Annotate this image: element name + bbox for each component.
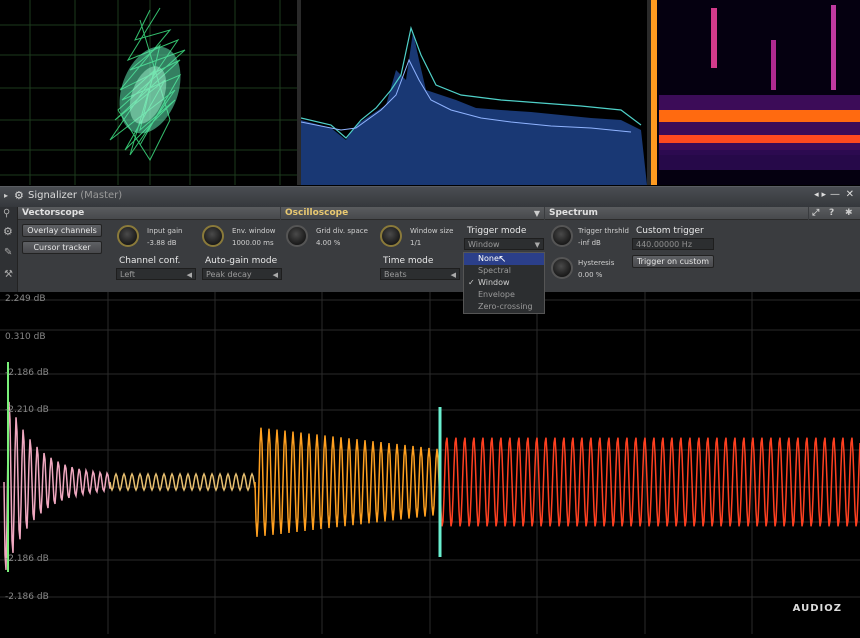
dropdown-arrow-icon: ◀ xyxy=(186,271,192,279)
custom-trigger-label: Custom trigger xyxy=(636,226,704,236)
keys-icon[interactable]: ⚲ xyxy=(3,208,10,219)
overlay-channels-button[interactable]: Overlay channels xyxy=(22,224,102,237)
dropdown-arrow-icon: ◀ xyxy=(272,271,278,279)
env-window-value: 1000.00 ms xyxy=(232,239,274,247)
star-icon[interactable]: ✱ xyxy=(845,207,853,220)
settings-gear-icon[interactable]: ⚙ xyxy=(14,189,24,202)
input-gain-value: -3.88 dB xyxy=(147,239,177,247)
window-subtitle: (Master) xyxy=(80,190,123,201)
section-spectrum[interactable]: Spectrum xyxy=(545,207,808,220)
trigger-on-custom-button[interactable]: Trigger on custom xyxy=(632,255,714,268)
grid-div-value: 4.00 % xyxy=(316,239,341,247)
mouse-cursor-icon: ↖ xyxy=(498,254,507,265)
spectrogram-display xyxy=(651,0,860,185)
control-panel: ⚲ ⚙ ✎ ⚒ Vectorscope Oscilloscope ▼ Spect… xyxy=(0,207,860,292)
channel-conf-value: Left xyxy=(120,270,136,279)
close-icon[interactable]: ✕ xyxy=(846,189,854,200)
grid-div-label: Grid div. space xyxy=(316,227,368,235)
watermark-logo: AUDIOZ xyxy=(792,603,842,614)
input-gain-label: Input gain xyxy=(147,227,183,235)
menu-item-zero-crossing[interactable]: Zero-crossing xyxy=(464,301,544,313)
waveform-trace xyxy=(3,362,860,572)
grid-div-knob[interactable] xyxy=(286,225,308,247)
menu-item-window[interactable]: ✓ Window xyxy=(464,277,544,289)
scope-label-1: 2.249 dB xyxy=(5,294,46,304)
oscilloscope-display: 2.249 dB 0.310 dB -2.186 dB -2.210 dB -2… xyxy=(0,292,860,634)
trigger-mode-menu[interactable]: None Spectral ✓ Window Envelope Zero-cros… xyxy=(463,252,545,314)
spectrum-heading: Spectrum xyxy=(549,208,598,218)
pen-icon[interactable]: ✎ xyxy=(4,247,12,258)
hysteresis-label: Hysteresis xyxy=(578,259,615,267)
auto-gain-value: Peak decay xyxy=(206,270,252,279)
time-mode-value: Beats xyxy=(384,270,407,279)
minimize-icon[interactable]: — xyxy=(830,189,840,200)
section-oscilloscope[interactable]: Oscilloscope ▼ xyxy=(281,207,544,220)
menu-item-label: Zero-crossing xyxy=(478,302,533,311)
trigger-threshold-knob[interactable] xyxy=(551,225,573,247)
menu-item-label: Envelope xyxy=(478,290,515,299)
auto-gain-dropdown[interactable]: Peak decay ◀ xyxy=(202,268,282,280)
scope-label-6: -2.186 dB xyxy=(5,592,49,602)
time-mode-label: Time mode xyxy=(383,256,434,266)
arrows-icon[interactable]: ◂ ▸ xyxy=(814,190,826,200)
dropdown-arrow-icon: ▼ xyxy=(534,241,540,249)
dropdown-arrow-icon: ◀ xyxy=(450,271,456,279)
menu-item-spectral[interactable]: Spectral xyxy=(464,265,544,277)
vectorscope-plot xyxy=(0,0,297,185)
menu-item-label: Spectral xyxy=(478,266,512,275)
hysteresis-value: 0.00 % xyxy=(578,271,603,279)
window-title-text: Signalizer xyxy=(28,190,78,201)
scope-label-4: -2.210 dB xyxy=(5,405,49,415)
trigger-threshold-value: -inf dB xyxy=(578,239,601,247)
vectorscope-heading: Vectorscope xyxy=(22,208,85,218)
vectorscope-display xyxy=(0,0,297,185)
help-icon[interactable]: ? xyxy=(829,207,834,220)
trigger-threshold-label: Trigger thrshld xyxy=(578,227,629,235)
fullscreen-icon[interactable]: ⤢ xyxy=(812,207,819,220)
cursor-tracker-button[interactable]: Cursor tracker xyxy=(22,241,102,254)
input-gain-knob[interactable] xyxy=(117,225,139,247)
menu-item-label: None xyxy=(478,254,499,263)
side-toolbar: ⚲ ⚙ ✎ ⚒ xyxy=(0,207,18,292)
scope-label-2: 0.310 dB xyxy=(5,332,46,342)
spectrum-plot xyxy=(300,25,647,185)
menu-item-label: Window xyxy=(478,278,510,287)
trigger-mode-dropdown[interactable]: Window ▼ xyxy=(464,238,544,250)
window-size-label: Window size xyxy=(410,227,454,235)
env-window-label: Env. window xyxy=(232,227,276,235)
spectrogram-plot xyxy=(651,0,860,185)
window-size-knob[interactable] xyxy=(380,225,402,247)
menu-item-envelope[interactable]: Envelope xyxy=(464,289,544,301)
trigger-mode-value: Window xyxy=(468,240,500,249)
gear-icon[interactable]: ⚙ xyxy=(3,225,13,238)
channel-conf-label: Channel conf. xyxy=(119,256,181,266)
spectrum-display xyxy=(300,0,647,185)
arrow-icon[interactable]: ▸ xyxy=(4,191,8,200)
window-titlebar[interactable]: ▸ ⚙ Signalizer (Master) ◂ ▸ — ✕ xyxy=(0,186,860,208)
window-size-value: 1/1 xyxy=(410,239,422,247)
oscilloscope-plot xyxy=(0,292,860,634)
scope-label-5: -2.186 dB xyxy=(5,554,49,564)
collapse-arrow-icon[interactable]: ▼ xyxy=(534,207,540,220)
hysteresis-knob[interactable] xyxy=(551,257,573,279)
panel-tools: ⤢ ? ✱ xyxy=(809,207,860,220)
wrench-icon[interactable]: ⚒ xyxy=(4,269,13,280)
scope-label-3: -2.186 dB xyxy=(5,368,49,378)
checkmark-icon: ✓ xyxy=(468,278,475,287)
trigger-mode-label: Trigger mode xyxy=(467,226,527,236)
auto-gain-label: Auto-gain mode xyxy=(205,256,278,266)
window-title: Signalizer (Master) xyxy=(28,190,122,201)
custom-trigger-input[interactable]: 440.00000 Hz xyxy=(632,238,714,250)
env-window-knob[interactable] xyxy=(202,225,224,247)
oscilloscope-heading: Oscilloscope xyxy=(285,208,349,218)
channel-conf-dropdown[interactable]: Left ◀ xyxy=(116,268,196,280)
time-mode-dropdown[interactable]: Beats ◀ xyxy=(380,268,460,280)
section-vectorscope[interactable]: Vectorscope xyxy=(18,207,280,220)
